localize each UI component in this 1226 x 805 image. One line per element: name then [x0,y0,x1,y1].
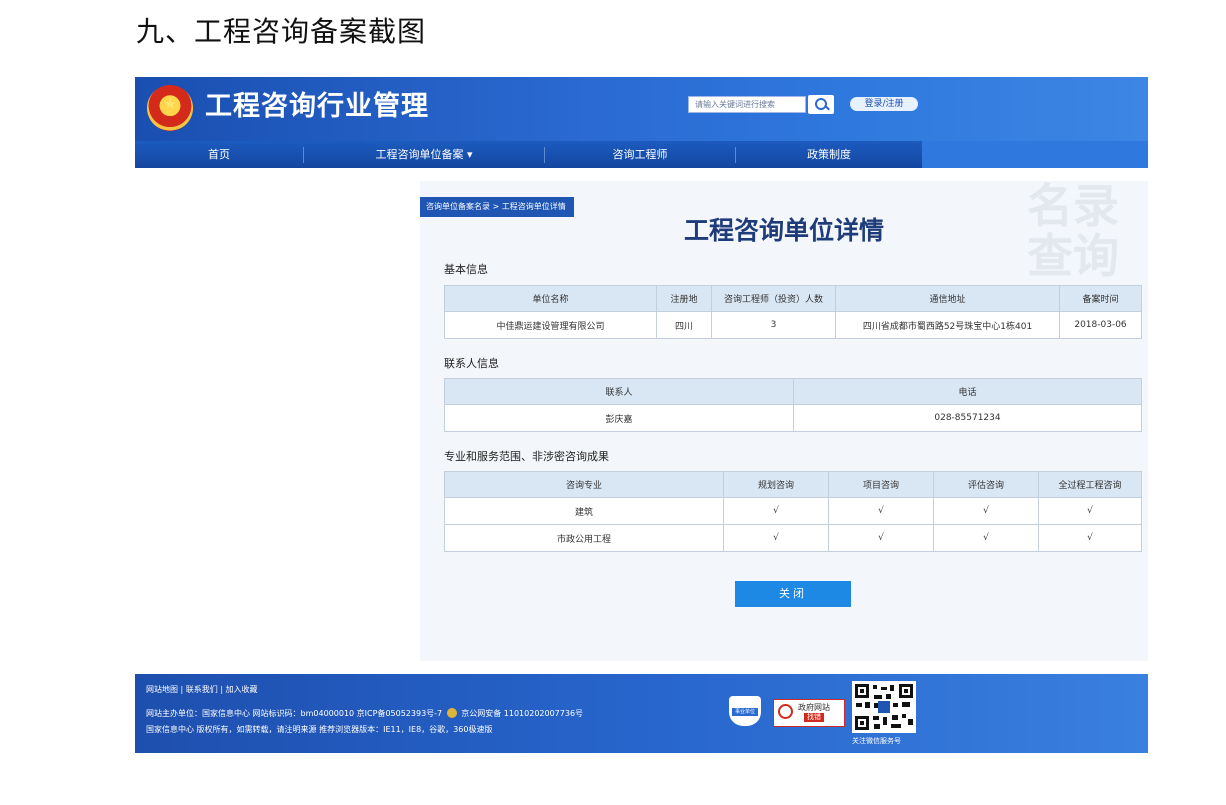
check-mark: √ [723,524,829,552]
qr-caption: 关注微信服务号 [852,737,901,745]
check-mark: √ [933,524,1039,552]
column-header: 规划咨询 [723,471,829,498]
footer-links[interactable]: 网站地图 | 联系我们 | 加入收藏 [146,684,258,695]
column-header: 注册地 [656,285,712,312]
nav-item-engineers[interactable]: 咨询工程师 [545,141,735,168]
website-screenshot: 工程咨询行业管理 请输入关键词进行搜索 登录/注册 首页 工程咨询单位备案 ▾ … [135,77,1148,753]
shield-label: 事业单位 [732,708,758,716]
nav-item-unit-filing[interactable]: 工程咨询单位备案 ▾ [304,141,544,168]
footer-host-info: 网站主办单位：国家信息中心 网站标识码：bm04000010 京ICP备0505… [146,709,443,718]
check-mark: √ [1038,497,1142,525]
column-header: 电话 [793,378,1142,405]
table-row: 建筑 √ √ √ √ [444,497,1142,525]
table-header-row: 单位名称 注册地 咨询工程师（投资）人数 通信地址 备案时间 [444,285,1142,312]
column-header: 评估咨询 [933,471,1039,498]
table-header-row: 咨询专业 规划咨询 项目咨询 评估咨询 全过程工程咨询 [444,471,1142,498]
check-mark: √ [828,497,934,525]
table-row: 市政公用工程 √ √ √ √ [444,524,1142,552]
column-header: 单位名称 [444,285,657,312]
column-header: 项目咨询 [828,471,934,498]
check-mark: √ [828,524,934,552]
page-title: 工程咨询单位详情 [683,216,884,245]
gov-badge-title: 政府网站 [798,703,830,712]
table-row: 中佳鼎运建设管理有限公司 四川 3 四川省成都市蜀西路52号珠宝中心1栋401 … [444,311,1142,339]
contact-info-table: 联系人 电话 彭庆嘉 028-85571234 [444,378,1142,432]
gov-badge-subtitle: 找错 [804,713,824,722]
nav-background-extension [922,141,1148,168]
column-header: 通信地址 [835,285,1060,312]
column-header: 联系人 [444,378,794,405]
nav-item-home[interactable]: 首页 [135,141,303,168]
column-header: 咨询工程师（投资）人数 [711,285,836,312]
document-heading: 九、工程咨询备案截图 [136,15,427,48]
basic-info-table: 单位名称 注册地 咨询工程师（投资）人数 通信地址 备案时间 中佳鼎运建设管理有… [444,285,1142,339]
search-input[interactable]: 请输入关键词进行搜索 [688,96,806,113]
table-cell: 2018-03-06 [1059,311,1142,339]
search-icon[interactable] [808,95,834,114]
check-mark: √ [723,497,829,525]
column-header: 备案时间 [1059,285,1142,312]
close-button[interactable]: 关闭 [735,581,851,607]
nav-item-policy[interactable]: 政策制度 [736,141,922,168]
main-nav: 首页 工程咨询单位备案 ▾ 咨询工程师 政策制度 [135,141,922,168]
detail-panel: 名录查询 咨询单位备案名录 > 工程咨询单位详情 工程咨询单位详情 基本信息 单… [420,181,1148,661]
gov-site-report-badge[interactable]: 政府网站 找错 [773,699,845,727]
column-header: 咨询专业 [444,471,724,498]
section-title-basic: 基本信息 [444,263,488,276]
table-cell: 四川省成都市蜀西路52号珠宝中心1栋401 [835,311,1060,339]
national-emblem-icon [147,85,193,131]
site-header: 工程咨询行业管理 请输入关键词进行搜索 登录/注册 [135,77,1148,141]
table-cell: 中佳鼎运建设管理有限公司 [444,311,657,339]
check-mark: √ [933,497,1039,525]
site-title[interactable]: 工程咨询行业管理 [205,87,429,127]
table-row: 彭庆嘉 028-85571234 [444,404,1142,432]
table-cell: 建筑 [444,497,724,525]
footer-police-record[interactable]: 京公网安备 11010202007736号 [461,709,583,718]
check-mark: √ [1038,524,1142,552]
site-footer: 网站地图 | 联系我们 | 加入收藏 网站主办单位：国家信息中心 网站标识码：b… [135,674,1148,753]
login-register-button[interactable]: 登录/注册 [850,97,918,111]
footer-copyright: 国家信息中心 版权所有，如需转载，请注明来源 推荐浏览器版本：IE11，IE8，… [146,725,493,734]
section-title-scope: 专业和服务范围、非涉密咨询成果 [444,450,609,463]
column-header: 全过程工程咨询 [1038,471,1142,498]
table-cell: 四川 [656,311,712,339]
table-cell: 彭庆嘉 [444,404,794,432]
table-cell: 市政公用工程 [444,524,724,552]
table-cell: 028-85571234 [793,404,1142,432]
magnifier-icon [778,704,793,719]
scope-table: 咨询专业 规划咨询 项目咨询 评估咨询 全过程工程咨询 建筑 √ √ √ √ 市… [444,471,1142,552]
section-title-contact: 联系人信息 [444,357,499,370]
table-header-row: 联系人 电话 [444,378,1142,405]
institution-shield-icon[interactable]: 事业单位 [729,696,761,726]
police-badge-icon [446,708,457,718]
table-cell: 3 [711,311,836,339]
footer-info-line: 网站主办单位：国家信息中心 网站标识码：bm04000010 京ICP备0505… [146,708,583,719]
wechat-qr-code-icon [852,681,916,733]
